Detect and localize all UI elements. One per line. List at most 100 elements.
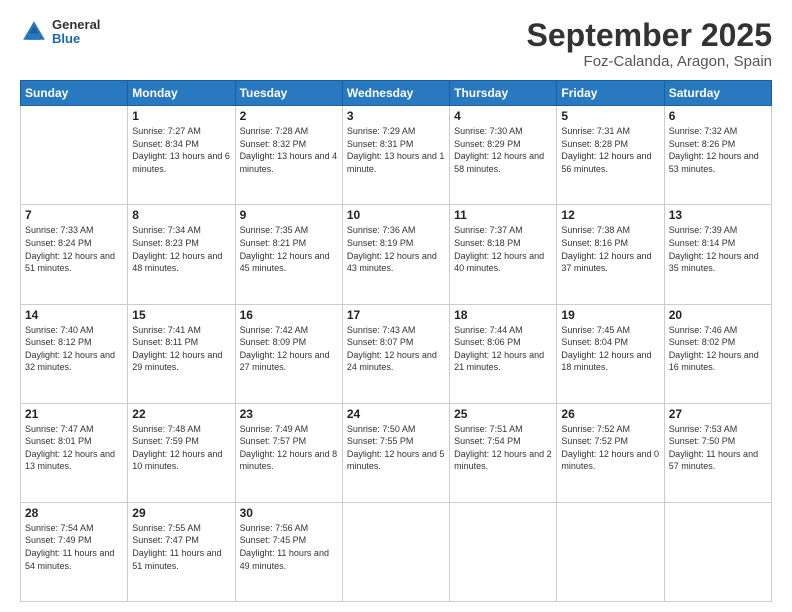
cell-info: Sunrise: 7:46 AMSunset: 8:02 PMDaylight:…	[669, 324, 767, 374]
day-number: 5	[561, 109, 659, 123]
cell-info: Sunrise: 7:38 AMSunset: 8:16 PMDaylight:…	[561, 224, 659, 274]
calendar-cell	[450, 502, 557, 601]
day-number: 29	[132, 506, 230, 520]
weekday-header-saturday: Saturday	[664, 81, 771, 106]
calendar-cell: 21 Sunrise: 7:47 AMSunset: 8:01 PMDayligh…	[21, 403, 128, 502]
day-number: 22	[132, 407, 230, 421]
calendar-cell: 17Sunrise: 7:43 AMSunset: 8:07 PMDayligh…	[342, 304, 449, 403]
cell-info: Sunrise: 7:32 AMSunset: 8:26 PMDaylight:…	[669, 125, 767, 175]
weekday-header-friday: Friday	[557, 81, 664, 106]
cell-info: Sunrise: 7:41 AMSunset: 8:11 PMDaylight:…	[132, 324, 230, 374]
day-number: 20	[669, 308, 767, 322]
day-number: 30	[240, 506, 338, 520]
cell-info: Sunrise: 7:42 AMSunset: 8:09 PMDaylight:…	[240, 324, 338, 374]
day-number: 15	[132, 308, 230, 322]
day-number: 17	[347, 308, 445, 322]
logo-icon	[20, 18, 48, 46]
calendar-cell: 8 Sunrise: 7:34 AMSunset: 8:23 PMDaylight…	[128, 205, 235, 304]
calendar-cell: 4Sunrise: 7:30 AMSunset: 8:29 PMDaylight…	[450, 106, 557, 205]
calendar-header-row: SundayMondayTuesdayWednesdayThursdayFrid…	[21, 81, 772, 106]
calendar-week-4: 28 Sunrise: 7:54 AMSunset: 7:49 PMDayligh…	[21, 502, 772, 601]
calendar-week-1: 7 Sunrise: 7:33 AMSunset: 8:24 PMDaylight…	[21, 205, 772, 304]
day-number: 19	[561, 308, 659, 322]
weekday-header-tuesday: Tuesday	[235, 81, 342, 106]
logo-text: General Blue	[52, 18, 100, 47]
cell-info: Sunrise: 7:34 AMSunset: 8:23 PMDaylight:…	[132, 224, 230, 274]
calendar-cell	[557, 502, 664, 601]
logo: General Blue	[20, 18, 100, 47]
calendar-cell: 19 Sunrise: 7:45 AMSunset: 8:04 PMDayligh…	[557, 304, 664, 403]
calendar-cell: 18Sunrise: 7:44 AMSunset: 8:06 PMDayligh…	[450, 304, 557, 403]
cell-info: Sunrise: 7:51 AMSunset: 7:54 PMDaylight:…	[454, 423, 552, 473]
weekday-header-monday: Monday	[128, 81, 235, 106]
title-block: September 2025 Foz-Calanda, Aragon, Spai…	[527, 18, 772, 70]
page: General Blue September 2025 Foz-Calanda,…	[0, 0, 792, 612]
cell-info: Sunrise: 7:45 AMSunset: 8:04 PMDaylight:…	[561, 324, 659, 374]
calendar-cell: 16 Sunrise: 7:42 AMSunset: 8:09 PMDayligh…	[235, 304, 342, 403]
calendar-cell: 24Sunrise: 7:50 AMSunset: 7:55 PMDayligh…	[342, 403, 449, 502]
calendar-cell: 23 Sunrise: 7:49 AMSunset: 7:57 PMDayligh…	[235, 403, 342, 502]
calendar-cell: 1 Sunrise: 7:27 AMSunset: 8:34 PMDaylight…	[128, 106, 235, 205]
calendar-table: SundayMondayTuesdayWednesdayThursdayFrid…	[20, 80, 772, 602]
cell-info: Sunrise: 7:28 AMSunset: 8:32 PMDaylight:…	[240, 125, 338, 175]
cell-info: Sunrise: 7:40 AMSunset: 8:12 PMDaylight:…	[25, 324, 123, 374]
calendar-cell	[21, 106, 128, 205]
calendar-cell: 26 Sunrise: 7:52 AMSunset: 7:52 PMDayligh…	[557, 403, 664, 502]
day-number: 16	[240, 308, 338, 322]
cell-info: Sunrise: 7:37 AMSunset: 8:18 PMDaylight:…	[454, 224, 552, 274]
calendar-cell: 27Sunrise: 7:53 AMSunset: 7:50 PMDayligh…	[664, 403, 771, 502]
cell-info: Sunrise: 7:39 AMSunset: 8:14 PMDaylight:…	[669, 224, 767, 274]
day-number: 3	[347, 109, 445, 123]
calendar-cell: 22 Sunrise: 7:48 AMSunset: 7:59 PMDayligh…	[128, 403, 235, 502]
cell-info: Sunrise: 7:29 AMSunset: 8:31 PMDaylight:…	[347, 125, 445, 175]
logo-blue: Blue	[52, 32, 100, 46]
day-number: 26	[561, 407, 659, 421]
cell-info: Sunrise: 7:50 AMSunset: 7:55 PMDaylight:…	[347, 423, 445, 473]
cell-info: Sunrise: 7:52 AMSunset: 7:52 PMDaylight:…	[561, 423, 659, 473]
calendar-cell: 15 Sunrise: 7:41 AMSunset: 8:11 PMDayligh…	[128, 304, 235, 403]
cell-info: Sunrise: 7:48 AMSunset: 7:59 PMDaylight:…	[132, 423, 230, 473]
calendar-cell: 10 Sunrise: 7:36 AMSunset: 8:19 PMDayligh…	[342, 205, 449, 304]
calendar-week-3: 21 Sunrise: 7:47 AMSunset: 8:01 PMDayligh…	[21, 403, 772, 502]
day-number: 25	[454, 407, 552, 421]
calendar-week-2: 14 Sunrise: 7:40 AMSunset: 8:12 PMDayligh…	[21, 304, 772, 403]
cell-info: Sunrise: 7:35 AMSunset: 8:21 PMDaylight:…	[240, 224, 338, 274]
calendar-cell: 11 Sunrise: 7:37 AMSunset: 8:18 PMDayligh…	[450, 205, 557, 304]
day-number: 21	[25, 407, 123, 421]
cell-info: Sunrise: 7:54 AMSunset: 7:49 PMDaylight:…	[25, 522, 123, 572]
calendar-cell: 3 Sunrise: 7:29 AMSunset: 8:31 PMDaylight…	[342, 106, 449, 205]
day-number: 2	[240, 109, 338, 123]
day-number: 1	[132, 109, 230, 123]
logo-general: General	[52, 18, 100, 32]
calendar-cell: 7 Sunrise: 7:33 AMSunset: 8:24 PMDaylight…	[21, 205, 128, 304]
day-number: 8	[132, 208, 230, 222]
cell-info: Sunrise: 7:47 AMSunset: 8:01 PMDaylight:…	[25, 423, 123, 473]
day-number: 6	[669, 109, 767, 123]
cell-info: Sunrise: 7:56 AMSunset: 7:45 PMDaylight:…	[240, 522, 338, 572]
weekday-header-sunday: Sunday	[21, 81, 128, 106]
day-number: 23	[240, 407, 338, 421]
calendar-cell: 2 Sunrise: 7:28 AMSunset: 8:32 PMDaylight…	[235, 106, 342, 205]
cell-info: Sunrise: 7:49 AMSunset: 7:57 PMDaylight:…	[240, 423, 338, 473]
calendar-cell: 20 Sunrise: 7:46 AMSunset: 8:02 PMDayligh…	[664, 304, 771, 403]
calendar-cell: 25 Sunrise: 7:51 AMSunset: 7:54 PMDayligh…	[450, 403, 557, 502]
cell-info: Sunrise: 7:31 AMSunset: 8:28 PMDaylight:…	[561, 125, 659, 175]
cell-info: Sunrise: 7:33 AMSunset: 8:24 PMDaylight:…	[25, 224, 123, 274]
day-number: 7	[25, 208, 123, 222]
cell-info: Sunrise: 7:55 AMSunset: 7:47 PMDaylight:…	[132, 522, 230, 572]
day-number: 11	[454, 208, 552, 222]
cell-info: Sunrise: 7:44 AMSunset: 8:06 PMDaylight:…	[454, 324, 552, 374]
calendar-cell: 28 Sunrise: 7:54 AMSunset: 7:49 PMDayligh…	[21, 502, 128, 601]
day-number: 28	[25, 506, 123, 520]
day-number: 27	[669, 407, 767, 421]
cell-info: Sunrise: 7:30 AMSunset: 8:29 PMDaylight:…	[454, 125, 552, 175]
calendar-cell: 12Sunrise: 7:38 AMSunset: 8:16 PMDayligh…	[557, 205, 664, 304]
day-number: 14	[25, 308, 123, 322]
calendar-cell: 5 Sunrise: 7:31 AMSunset: 8:28 PMDaylight…	[557, 106, 664, 205]
cell-info: Sunrise: 7:36 AMSunset: 8:19 PMDaylight:…	[347, 224, 445, 274]
cell-info: Sunrise: 7:27 AMSunset: 8:34 PMDaylight:…	[132, 125, 230, 175]
calendar-cell	[664, 502, 771, 601]
weekday-header-thursday: Thursday	[450, 81, 557, 106]
calendar-cell: 9Sunrise: 7:35 AMSunset: 8:21 PMDaylight…	[235, 205, 342, 304]
day-number: 10	[347, 208, 445, 222]
